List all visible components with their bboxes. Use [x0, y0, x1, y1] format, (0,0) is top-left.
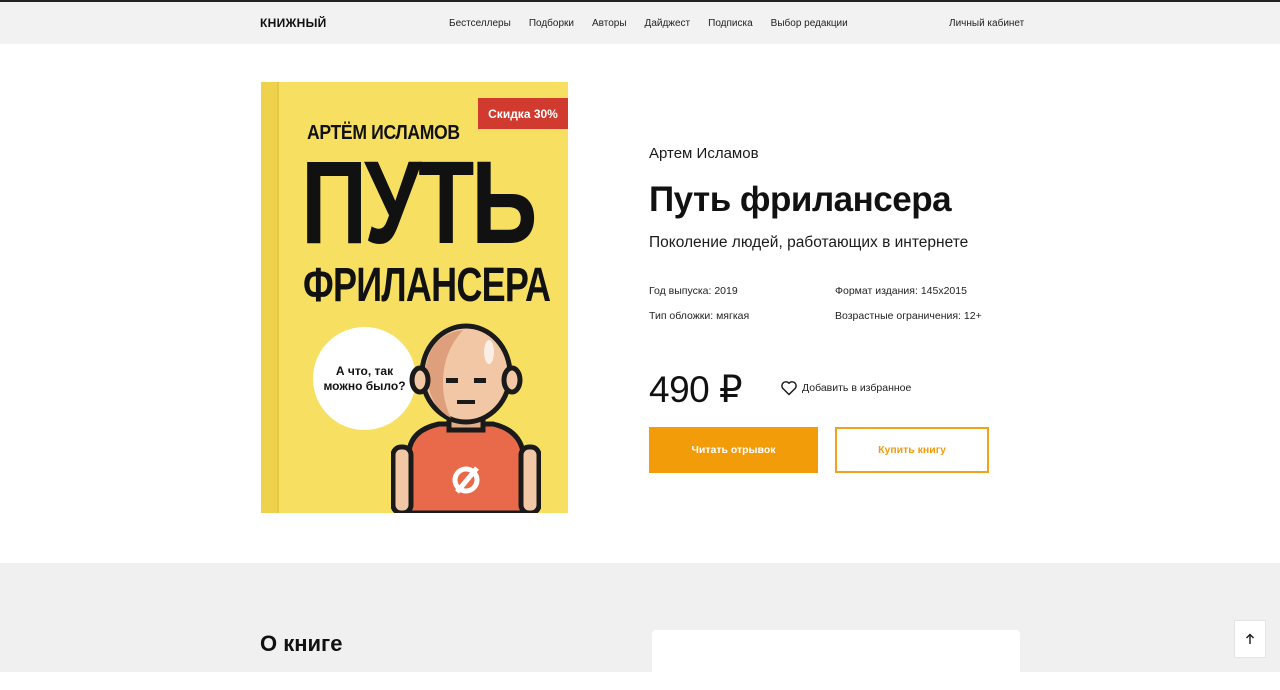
- nav-link-subscription[interactable]: Подписка: [708, 18, 753, 29]
- book-cover: АРТЁМ ИСЛАМОВ ПУТЬ ФРИЛАНСЕРА А что, так…: [261, 82, 568, 513]
- account-link[interactable]: Личный кабинет: [949, 18, 1024, 29]
- about-heading: О книге: [260, 631, 343, 656]
- site-logo[interactable]: КНИЖНЫЙ: [260, 16, 327, 30]
- meta-format: Формат издания: 145x2015: [835, 285, 967, 297]
- scroll-to-top-button[interactable]: [1234, 620, 1266, 658]
- discount-badge: Скидка 30%: [478, 98, 568, 129]
- nav-link-collections[interactable]: Подборки: [529, 18, 574, 29]
- add-to-favorites-button[interactable]: Добавить в избранное: [780, 380, 911, 396]
- buy-book-button[interactable]: Купить книгу: [835, 427, 989, 473]
- about-section: О книге: [0, 563, 1280, 690]
- book-price: 490 ₽: [649, 369, 743, 410]
- cover-spine-line: [277, 82, 279, 513]
- heart-icon: [781, 381, 797, 396]
- favorites-label: Добавить в избранное: [802, 382, 912, 394]
- nav-link-digest[interactable]: Дайджест: [645, 18, 691, 29]
- nav-link-editors-choice[interactable]: Выбор редакции: [771, 18, 848, 29]
- cover-character-illustration: [391, 323, 541, 513]
- book-title: Путь фрилансера: [649, 180, 952, 219]
- cover-title-line2: ФРИЛАНСЕРА: [303, 259, 551, 312]
- nav-link-authors[interactable]: Авторы: [592, 18, 627, 29]
- book-subtitle: Поколение людей, работающих в интернете: [649, 234, 969, 251]
- meta-year: Год выпуска: 2019: [649, 285, 738, 297]
- book-author[interactable]: Артем Исламов: [649, 145, 759, 162]
- about-card: [652, 630, 1020, 690]
- nav-link-bestsellers[interactable]: Бестселлеры: [449, 18, 511, 29]
- meta-cover-type: Тип обложки: мягкая: [649, 310, 750, 322]
- cover-spine: [261, 82, 277, 513]
- top-navigation-bar: КНИЖНЫЙ Бестселлеры Подборки Авторы Дайд…: [0, 0, 1280, 44]
- read-excerpt-button[interactable]: Читать отрывок: [649, 427, 818, 473]
- arrow-up-icon: [1246, 633, 1254, 644]
- main-nav: Бестселлеры Подборки Авторы Дайджест Под…: [449, 18, 848, 29]
- cover-title-line1: ПУТЬ: [301, 137, 537, 269]
- meta-age-rating: Возрастные ограничения: 12+: [835, 310, 982, 322]
